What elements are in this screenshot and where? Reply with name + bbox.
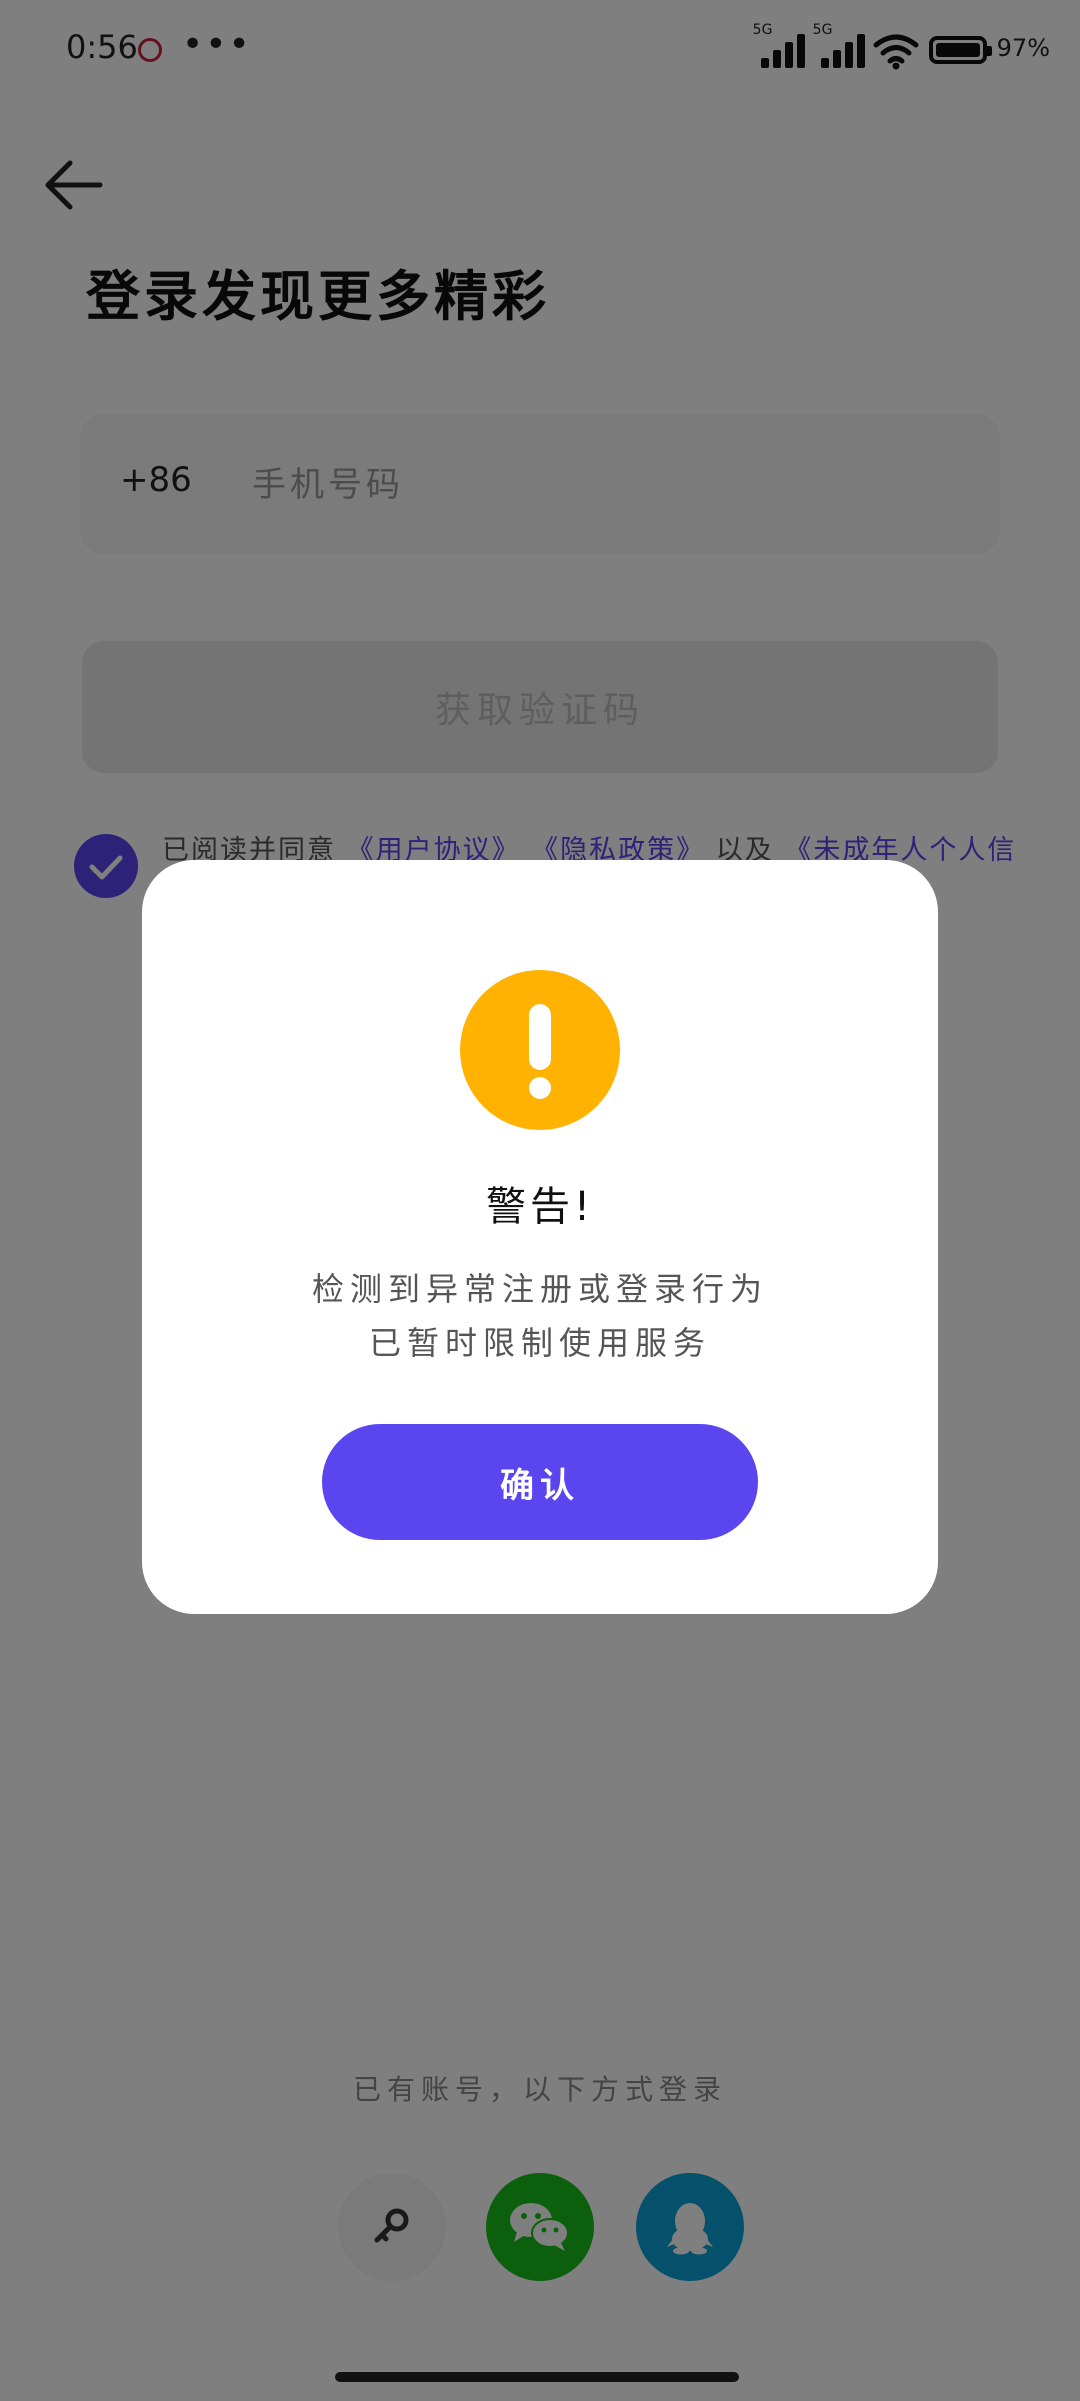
- dialog-message-line2: 已暂时限制使用服务: [368, 1324, 711, 1362]
- confirm-button[interactable]: 确认: [322, 1424, 758, 1540]
- warning-icon: [460, 970, 620, 1130]
- dialog-message-line1: 检测到异常注册或登录行为: [311, 1270, 768, 1308]
- warning-dialog: 警告! 检测到异常注册或登录行为 已暂时限制使用服务 确认: [142, 860, 938, 1614]
- dialog-title: 警告!: [485, 1184, 595, 1230]
